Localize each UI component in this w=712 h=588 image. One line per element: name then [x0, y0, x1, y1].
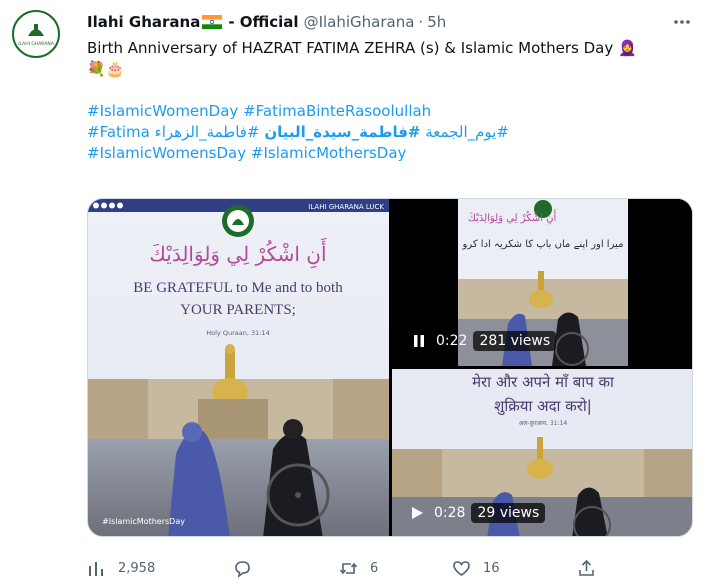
hashtag-link[interactable]: #Fatima: [87, 123, 150, 141]
avatar[interactable]: ILAHI GHARANA: [12, 10, 60, 58]
video-hindi-line-2: शुक्रिया अदा करो|: [494, 397, 592, 416]
display-name[interactable]: Ilahi Gharana: [87, 13, 200, 31]
media-image-left[interactable]: ILAHI GHARANA LUCK أَنِ اشْكُرْ لِي وَلِ…: [88, 199, 389, 536]
views-count: 2,958: [118, 560, 156, 576]
hashtag-link[interactable]: #IslamicWomensDay: [87, 144, 246, 162]
poster-arabic-verse: أَنِ اشْكُرْ لِي وَلِوَالِدَيْكَ: [149, 237, 326, 268]
tweet-header: Ilahi Gharana - Official @IlahiGharana ·…: [87, 10, 699, 34]
hashtag-link[interactable]: #IslamicMothersDay: [251, 144, 407, 162]
like-action[interactable]: 16: [452, 556, 500, 580]
pause-icon[interactable]: [412, 334, 426, 348]
views-action[interactable]: 2,958: [87, 556, 155, 580]
handle[interactable]: @IlahiGharana: [304, 13, 415, 31]
tweet-text: Birth Anniversary of HAZRAT FATIMA ZEHRA…: [87, 38, 699, 164]
tweet-text-emoji-line: 💐🎂: [87, 60, 125, 78]
video-bottom-right[interactable]: मेरा और अपने माँ बाप का शुक्रिया अदा करो…: [392, 369, 692, 536]
india-flag-icon: [202, 15, 223, 29]
display-name-suffix[interactable]: - Official: [228, 13, 298, 31]
retweet-action[interactable]: 6: [339, 556, 378, 580]
media-grid: ILAHI GHARANA LUCK أَنِ اشْكُرْ لِي وَلِ…: [87, 198, 693, 537]
hashtag-link[interactable]: #IslamicWomenDay: [87, 102, 238, 120]
poster-citation: Holy Quraan, 31:14: [206, 329, 269, 337]
video-citation: अल-क़ुरआन, 31:14: [519, 420, 568, 427]
avatar-logo-text: ILAHI GHARANA: [18, 41, 54, 47]
poster-hashtag: #IslamicMothersDay: [102, 517, 185, 526]
hashtag-line-2: #Fatima #فاطمة_الزهراء #فاطمة_سيدة_البيا…: [87, 122, 699, 143]
ilahi-gharana-logo-icon: ILAHI GHARANA: [16, 14, 56, 54]
video-time: 0:28: [434, 505, 466, 521]
hashtag-link[interactable]: #فاطمة_الزهراء: [155, 123, 260, 141]
tweet-text-line: Birth Anniversary of HAZRAT FATIMA ZEHRA…: [87, 39, 637, 57]
video-top-right[interactable]: أَنِ اشْكُرْ لِي وَلِوَالِدَيْكَ میرا او…: [392, 199, 692, 366]
video-hindi-line-1: मेरा और अपने माँ बाप का: [472, 373, 615, 391]
analytics-icon: [89, 561, 103, 576]
reply-icon: [235, 560, 250, 578]
video-controls: 0:22 281 views: [412, 330, 557, 352]
timestamp[interactable]: 5h: [427, 13, 446, 31]
reply-action[interactable]: [233, 556, 264, 580]
play-icon[interactable]: [410, 506, 424, 520]
hashtag-link[interactable]: #يوم_الجمعة: [425, 123, 509, 141]
video-views: 29 views: [471, 503, 546, 523]
retweet-count: 6: [370, 560, 379, 576]
share-action[interactable]: [577, 556, 596, 580]
poster-image: ILAHI GHARANA LUCK أَنِ اشْكُرْ لِي وَلِ…: [88, 199, 389, 536]
tweet-actions: 2,958 6 16: [87, 556, 693, 580]
video-views: 281 views: [473, 331, 557, 351]
tweet-body: Ilahi Gharana - Official @IlahiGharana ·…: [87, 10, 699, 164]
hashtag-link[interactable]: #FatimaBinteRasoolullah: [243, 102, 431, 120]
video-time: 0:22: [436, 333, 468, 349]
share-icon: [579, 559, 594, 576]
video-controls: 0:28 29 views: [410, 502, 546, 524]
retweet-icon: [339, 562, 358, 574]
hashtag-line-3: #IslamicWomensDay #IslamicMothersDay: [87, 143, 699, 164]
heart-icon: [453, 560, 470, 576]
more-options-icon[interactable]: [671, 12, 693, 32]
separator-dot: ·: [418, 13, 424, 31]
poster-english-line-1: BE GRATEFUL to Me and to both: [133, 280, 343, 296]
like-count: 16: [483, 560, 500, 576]
hashtag-link[interactable]: #فاطمة_سيدة_البيان: [264, 123, 420, 141]
poster-english-line-2: YOUR PARENTS;: [180, 302, 296, 318]
poster-header-text: ILAHI GHARANA LUCK: [308, 203, 384, 211]
video-urdu-line: میرا اور اپنے ماں باپ کا شکریہ ادا کرو: [462, 239, 624, 250]
hashtag-line-1: #IslamicWomenDay #FatimaBinteRasoolullah: [87, 101, 699, 122]
